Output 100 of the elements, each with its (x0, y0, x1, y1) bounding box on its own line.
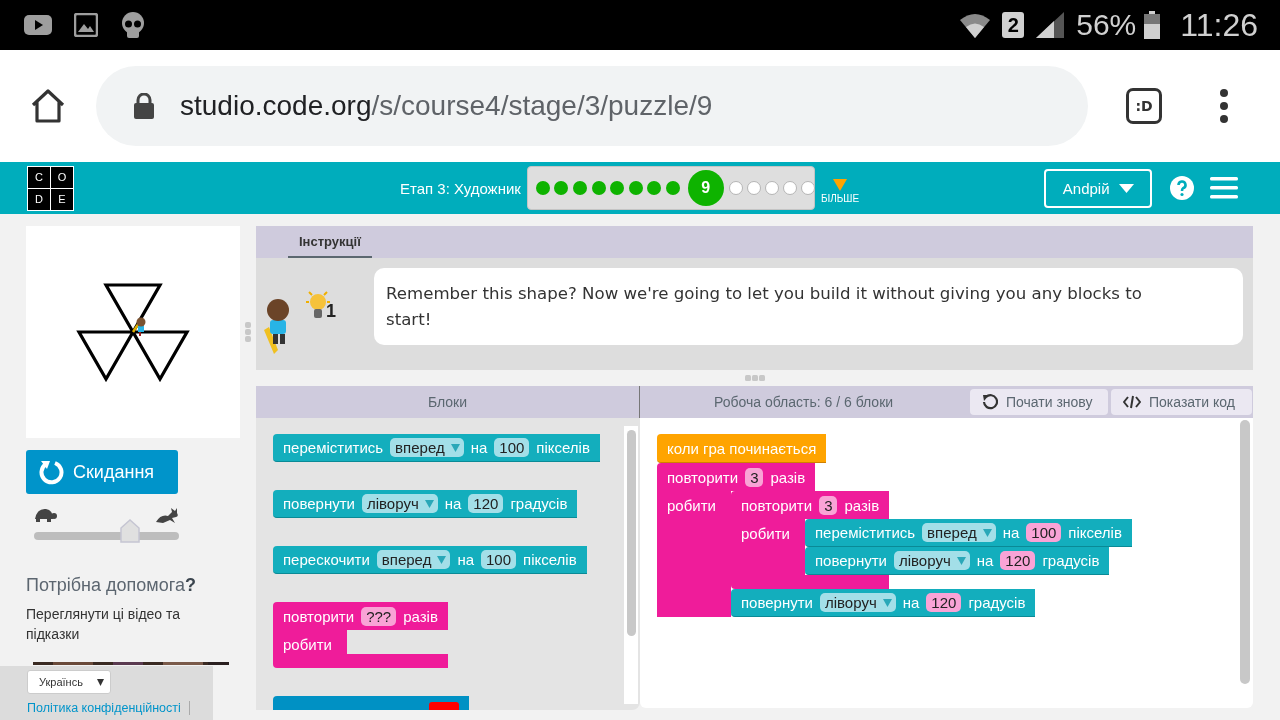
block-label: переміститись (815, 524, 916, 541)
block-label: повернути (741, 594, 813, 611)
block-label: разів (844, 496, 880, 514)
resize-handle-icon[interactable] (744, 375, 765, 381)
level-dot[interactable] (800, 181, 815, 195)
sim-badge: 2 (1002, 12, 1025, 38)
level-dot[interactable] (647, 181, 662, 195)
block-label: пікселів (523, 551, 577, 568)
block-label: перескочити (283, 551, 370, 568)
lock-icon (134, 93, 154, 119)
dropdown-field[interactable]: вперед (376, 550, 451, 569)
number-field[interactable]: 100 (481, 550, 517, 569)
block-label: повернути (283, 495, 355, 512)
level-dot[interactable] (628, 181, 643, 195)
block-label: повернути (815, 552, 887, 569)
show-code-button[interactable]: Показати код (1111, 389, 1252, 415)
level-dot[interactable] (764, 181, 779, 195)
block-label: на (457, 551, 475, 568)
number-field[interactable]: 100 (494, 438, 530, 457)
restart-icon (982, 394, 998, 410)
number-field[interactable]: 3 (745, 467, 764, 487)
speed-slider[interactable] (34, 519, 179, 543)
hint-count: 1 (326, 302, 336, 320)
level-dot[interactable] (535, 181, 550, 195)
user-name: Andрій (1062, 179, 1110, 197)
resize-handle-icon[interactable] (245, 322, 251, 342)
workspace-title: Робоча область: 6 / 6 блоки (712, 394, 895, 410)
instruction-text: Remember this shape? Now we're going to let you build it without giving you any blocks to start! (386, 283, 1143, 331)
block-label: повторити (741, 496, 813, 514)
level-dot[interactable] (666, 181, 681, 195)
caret-icon (96, 678, 104, 686)
number-field[interactable]: ??? (361, 606, 397, 626)
dropdown-field[interactable]: ліворуч (820, 593, 896, 612)
block-label: на (1002, 524, 1020, 541)
number-field[interactable]: 120 (468, 494, 504, 513)
level-dot[interactable] (554, 181, 569, 195)
scrollbar-thumb[interactable] (627, 430, 636, 636)
block-label: переміститись (283, 439, 384, 456)
caret-icon (982, 528, 992, 537)
number-field[interactable]: 3 (819, 495, 838, 515)
url-host: studio.code.org (180, 90, 372, 122)
caret-icon (437, 555, 447, 564)
language-select[interactable]: Українсь (27, 670, 111, 694)
code-icon (1123, 395, 1141, 409)
level-dot[interactable] (782, 181, 797, 195)
help-icon[interactable] (1170, 176, 1195, 200)
dropdown-field[interactable]: ліворуч (894, 551, 970, 570)
block-label: робити (667, 497, 716, 514)
caret-icon (882, 598, 892, 607)
block-label: градусів (510, 495, 568, 512)
block-label: коли гра починається (667, 439, 817, 457)
slider-thumb[interactable] (119, 519, 140, 543)
menu-icon[interactable] (1220, 89, 1228, 123)
level-dot[interactable] (746, 181, 761, 195)
image-icon (74, 13, 98, 37)
block-label: разів (403, 607, 438, 625)
level-dot[interactable] (610, 181, 625, 195)
video-icon (24, 15, 52, 35)
block-label: разів (770, 468, 806, 486)
block-label: пікселів (536, 439, 590, 456)
artist-figure-icon (131, 317, 146, 336)
number-field[interactable]: 120 (926, 593, 962, 612)
home-icon[interactable] (30, 88, 66, 124)
level-dot[interactable] (573, 181, 588, 195)
caret-icon (450, 443, 460, 452)
block-label: робити (283, 636, 332, 653)
url-path: /s/course4/stage/3/puzzle/9 (371, 90, 713, 122)
address-bar[interactable]: studio.code.org/s/course4/stage/3/puzzle/9 (96, 66, 1088, 146)
level-dot[interactable] (728, 181, 743, 195)
site-logo: C O D E (27, 165, 74, 211)
dropdown-field[interactable]: вперед (922, 523, 996, 542)
dropdown-field[interactable]: ліворуч (362, 494, 438, 513)
skull-icon (120, 12, 146, 38)
rabbit-icon (155, 508, 179, 524)
caret-icon (424, 499, 434, 508)
help-text: Переглянути ці відео та підказки (26, 605, 182, 644)
reset-icon (38, 459, 64, 485)
number-field[interactable]: 120 (1000, 551, 1036, 570)
scrollbar-thumb[interactable] (1240, 420, 1250, 684)
dropdown-field[interactable]: вперед (390, 438, 464, 457)
block-label: повторити (667, 468, 739, 486)
caret-icon (1118, 183, 1134, 193)
clock-time: 11:26 (1180, 6, 1258, 44)
block-label: повторити (283, 607, 355, 625)
turtle-icon (33, 508, 57, 522)
number-field[interactable]: 100 (1026, 523, 1062, 542)
wifi-icon (960, 12, 991, 38)
caret-icon[interactable] (833, 178, 848, 191)
start-over-button[interactable]: Почати знову (970, 389, 1108, 415)
block-label: на (976, 552, 994, 569)
level-dot[interactable] (591, 181, 606, 195)
block-label: на (444, 495, 462, 512)
battery-percent: 56% (1076, 8, 1137, 42)
signal-icon (1036, 12, 1065, 38)
battery-icon (1144, 11, 1161, 39)
tabs-button[interactable]: :D (1126, 88, 1162, 124)
caret-icon (956, 556, 966, 565)
block-label: на (470, 439, 488, 456)
block-label: градусів (968, 594, 1026, 611)
help-heading: Потрібна допомога? (26, 575, 197, 596)
